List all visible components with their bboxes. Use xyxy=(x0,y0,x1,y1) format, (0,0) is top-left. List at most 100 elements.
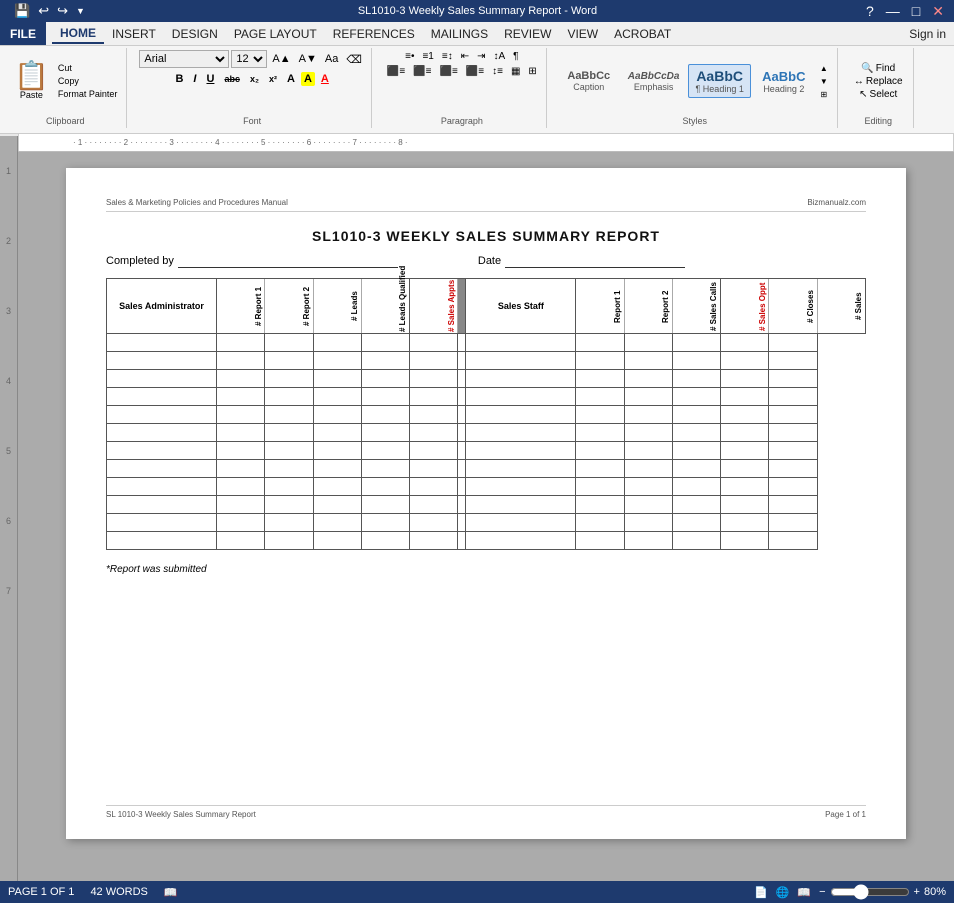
styles-scroll-up[interactable]: ▲ xyxy=(817,63,831,74)
maximize-btn[interactable]: □ xyxy=(908,3,924,20)
table-cell xyxy=(410,352,458,370)
table-cell xyxy=(458,478,466,496)
table-row xyxy=(107,442,866,460)
table-cell xyxy=(721,334,769,352)
sign-in-btn[interactable]: Sign in xyxy=(901,25,954,43)
title-bar: 💾 ↩ ↪ ▼ SL1010-3 Weekly Sales Summary Re… xyxy=(0,0,954,22)
status-right: 📄 🌐 📖 − + 80% xyxy=(754,884,946,900)
align-center-btn[interactable]: ⬛≡ xyxy=(410,65,434,78)
menu-review[interactable]: REVIEW xyxy=(496,25,559,43)
increase-indent-btn[interactable]: ⇥ xyxy=(474,50,488,63)
sort-btn[interactable]: ↕A xyxy=(491,50,509,63)
strikethrough-btn[interactable]: abc xyxy=(220,73,244,85)
menu-mailings[interactable]: MAILINGS xyxy=(423,25,496,43)
align-right-btn[interactable]: ⬛≡ xyxy=(437,65,461,78)
borders-btn[interactable]: ⊞ xyxy=(525,65,539,78)
find-btn[interactable]: 🔍Find xyxy=(861,63,895,74)
table-cell xyxy=(576,442,624,460)
menu-insert[interactable]: INSERT xyxy=(104,25,164,43)
table-cell xyxy=(361,334,409,352)
page-header-left: Sales & Marketing Policies and Procedure… xyxy=(106,198,288,207)
text-effect-btn[interactable]: A xyxy=(283,72,299,86)
multilevel-btn[interactable]: ≡↕ xyxy=(439,50,456,63)
close-btn[interactable]: ✕ xyxy=(928,3,948,20)
font-color-btn[interactable]: A xyxy=(317,72,333,86)
bold-btn[interactable]: B xyxy=(171,72,187,86)
redo-quick-btn[interactable]: ↪ xyxy=(55,2,70,20)
change-case-btn[interactable]: Aa xyxy=(322,52,341,66)
zoom-slider[interactable] xyxy=(830,884,910,900)
table-cell xyxy=(265,406,313,424)
justify-btn[interactable]: ⬛≡ xyxy=(463,65,487,78)
copy-btn[interactable]: Copy xyxy=(55,75,121,87)
table-cell xyxy=(466,370,576,388)
menu-view[interactable]: VIEW xyxy=(559,25,606,43)
zoom-in-btn[interactable]: + xyxy=(914,886,920,898)
zoom-out-btn[interactable]: − xyxy=(819,886,825,898)
table-cell xyxy=(672,406,720,424)
menu-design[interactable]: DESIGN xyxy=(164,25,226,43)
italic-btn[interactable]: I xyxy=(189,72,200,86)
editing-label: Editing xyxy=(844,116,913,126)
style-heading1[interactable]: AaBbC ¶ Heading 1 xyxy=(688,64,750,98)
font-family-select[interactable]: Arial xyxy=(139,50,229,68)
table-cell xyxy=(265,352,313,370)
numbering-btn[interactable]: ≡1 xyxy=(419,50,436,63)
table-cell xyxy=(466,532,576,550)
style-caption[interactable]: AaBbCc Caption xyxy=(559,67,619,95)
table-cell xyxy=(361,460,409,478)
style-emphasis[interactable]: AaBbCcDa Emphasis xyxy=(622,68,686,95)
table-cell xyxy=(410,406,458,424)
table-row xyxy=(107,424,866,442)
highlight-btn[interactable]: A xyxy=(301,72,315,86)
view-read-icon[interactable]: 📖 xyxy=(797,886,811,899)
th-sales-oppt: # Sales Oppt xyxy=(721,279,769,334)
table-cell xyxy=(458,460,466,478)
menu-home[interactable]: HOME xyxy=(52,24,104,44)
clear-format-btn[interactable]: ⌫ xyxy=(343,52,365,67)
paste-btn[interactable]: 📋 Paste xyxy=(10,60,53,102)
show-hide-btn[interactable]: ¶ xyxy=(510,50,521,63)
menu-acrobat[interactable]: ACROBAT xyxy=(606,25,679,43)
underline-btn[interactable]: U xyxy=(202,72,218,86)
table-cell xyxy=(217,388,265,406)
grow-font-btn[interactable]: A▲ xyxy=(269,52,293,66)
style-heading2[interactable]: AaBbC Heading 2 xyxy=(754,66,814,97)
view-web-icon[interactable]: 🌐 xyxy=(776,886,790,899)
table-cell xyxy=(458,514,466,532)
decrease-indent-btn[interactable]: ⇤ xyxy=(458,50,472,63)
table-cell xyxy=(769,370,817,388)
shading-btn[interactable]: ▦ xyxy=(508,65,523,78)
table-cell xyxy=(107,460,217,478)
table-cell xyxy=(313,370,361,388)
format-painter-btn[interactable]: Format Painter xyxy=(55,88,121,100)
cut-btn[interactable]: Cut xyxy=(55,62,121,74)
more-quick-btn[interactable]: ▼ xyxy=(74,5,87,17)
shrink-font-btn[interactable]: A▼ xyxy=(296,52,320,66)
ribbon: 📋 Paste Cut Copy Format Painter Clipboar… xyxy=(0,46,954,134)
align-left-btn[interactable]: ⬛≡ xyxy=(384,65,408,78)
menu-page-layout[interactable]: PAGE LAYOUT xyxy=(226,25,325,43)
bullets-btn[interactable]: ≡• xyxy=(402,50,417,63)
superscript-btn[interactable]: x² xyxy=(265,73,281,85)
undo-quick-btn[interactable]: ↩ xyxy=(36,2,51,20)
table-cell xyxy=(721,388,769,406)
table-cell xyxy=(466,478,576,496)
separator-col xyxy=(458,279,466,334)
save-quick-btn[interactable]: 💾 xyxy=(12,2,32,20)
proofing-icon[interactable]: 📖 xyxy=(164,886,178,899)
styles-scroll-down[interactable]: ▼ xyxy=(817,76,831,87)
styles-more[interactable]: ⊞ xyxy=(817,89,831,100)
file-menu[interactable]: FILE xyxy=(0,22,46,45)
table-cell xyxy=(313,406,361,424)
help-btn[interactable]: ? xyxy=(862,3,878,20)
subscript-btn[interactable]: x₂ xyxy=(246,73,263,85)
menu-references[interactable]: REFERENCES xyxy=(325,25,423,43)
line-spacing-btn[interactable]: ↕≡ xyxy=(489,65,506,78)
minimize-btn[interactable]: — xyxy=(882,3,904,20)
replace-btn[interactable]: ↔Replace xyxy=(854,76,903,87)
page-header-right: Bizmanualz.com xyxy=(807,198,866,207)
view-print-icon[interactable]: 📄 xyxy=(754,886,768,899)
select-btn[interactable]: ↖Select xyxy=(859,89,897,100)
font-size-select[interactable]: 12 xyxy=(231,50,267,68)
